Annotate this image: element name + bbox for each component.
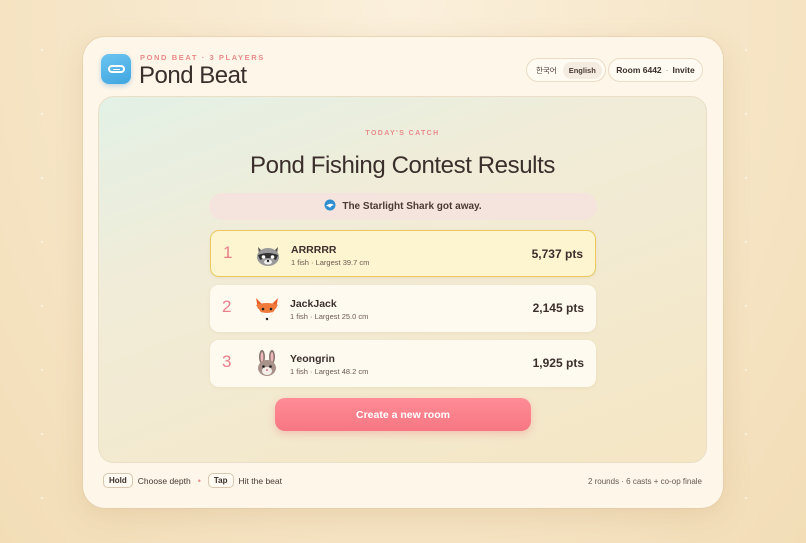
language-option-korean[interactable]: 한국어 (530, 61, 563, 80)
results-title: Pond Fishing Contest Results (250, 152, 555, 179)
player-points: 1,925 pts (532, 356, 584, 370)
player-points: 5,737 pts (531, 247, 583, 261)
tap-action-label: Hit the beat (238, 475, 282, 486)
player-name: JackJack (290, 298, 337, 310)
app-logo-icon (101, 54, 131, 84)
room-label: Room 6442 (616, 65, 662, 75)
player-stats: 1 fish · Largest 25.0 cm (290, 312, 369, 321)
game-card: POND BEAT · 3 PLAYERS Pond Beat 한국어 Engl… (83, 37, 723, 508)
rabbit-icon (258, 350, 276, 376)
player-stats: 1 fish · Largest 48.2 cm (290, 367, 369, 376)
hold-key-badge: Hold (103, 473, 133, 488)
language-switcher: 한국어 English (526, 58, 606, 82)
results-panel: TODAY'S CATCH Pond Fishing Contest Resul… (98, 96, 707, 463)
player-stats: 1 fish · Largest 39.7 cm (291, 258, 370, 267)
player-points: 2,145 pts (532, 301, 584, 315)
fox-icon (256, 298, 278, 321)
app-title: Pond Beat (139, 62, 247, 89)
notice-banner: The Starlight Shark got away. (209, 193, 597, 220)
leaderboard-row-3: 3 Yeongrin 1 fish · Largest 48.2 cm 1,92… (210, 340, 596, 387)
rank-number: 2 (222, 297, 232, 316)
leaderboard-row-1: 1 ARRRRR 1 fish · Largest 39.7 cm 5,737 … (210, 230, 596, 277)
controls-hint: Hold Choose depth • Tap Hit the beat (103, 473, 282, 488)
room-separator: · (665, 65, 669, 75)
notice-text: The Starlight Shark got away. (342, 201, 482, 212)
player-name: Yeongrin (290, 353, 335, 365)
create-room-button[interactable]: Create a new room (275, 398, 531, 431)
footer-bullet: • (197, 475, 201, 486)
game-summary: 2 rounds · 6 casts + co-op finale (587, 477, 702, 486)
tap-key-badge: Tap (207, 473, 234, 488)
hold-action-label: Choose depth (137, 475, 191, 486)
raccoon-icon (257, 247, 279, 266)
room-invite-button[interactable]: Room 6442 · Invite (608, 58, 703, 82)
shark-icon (324, 199, 336, 214)
rank-number: 3 (222, 352, 232, 371)
leaderboard-row-2: 2 JackJack 1 fish · Largest 25.0 cm 2,14… (210, 285, 596, 332)
language-option-english[interactable]: English (562, 61, 602, 79)
header-kicker: POND BEAT · 3 PLAYERS (140, 53, 265, 62)
player-name: ARRRRR (291, 244, 337, 256)
rank-number: 1 (223, 243, 233, 262)
invite-label: Invite (672, 65, 695, 75)
results-kicker: TODAY'S CATCH (365, 130, 440, 137)
